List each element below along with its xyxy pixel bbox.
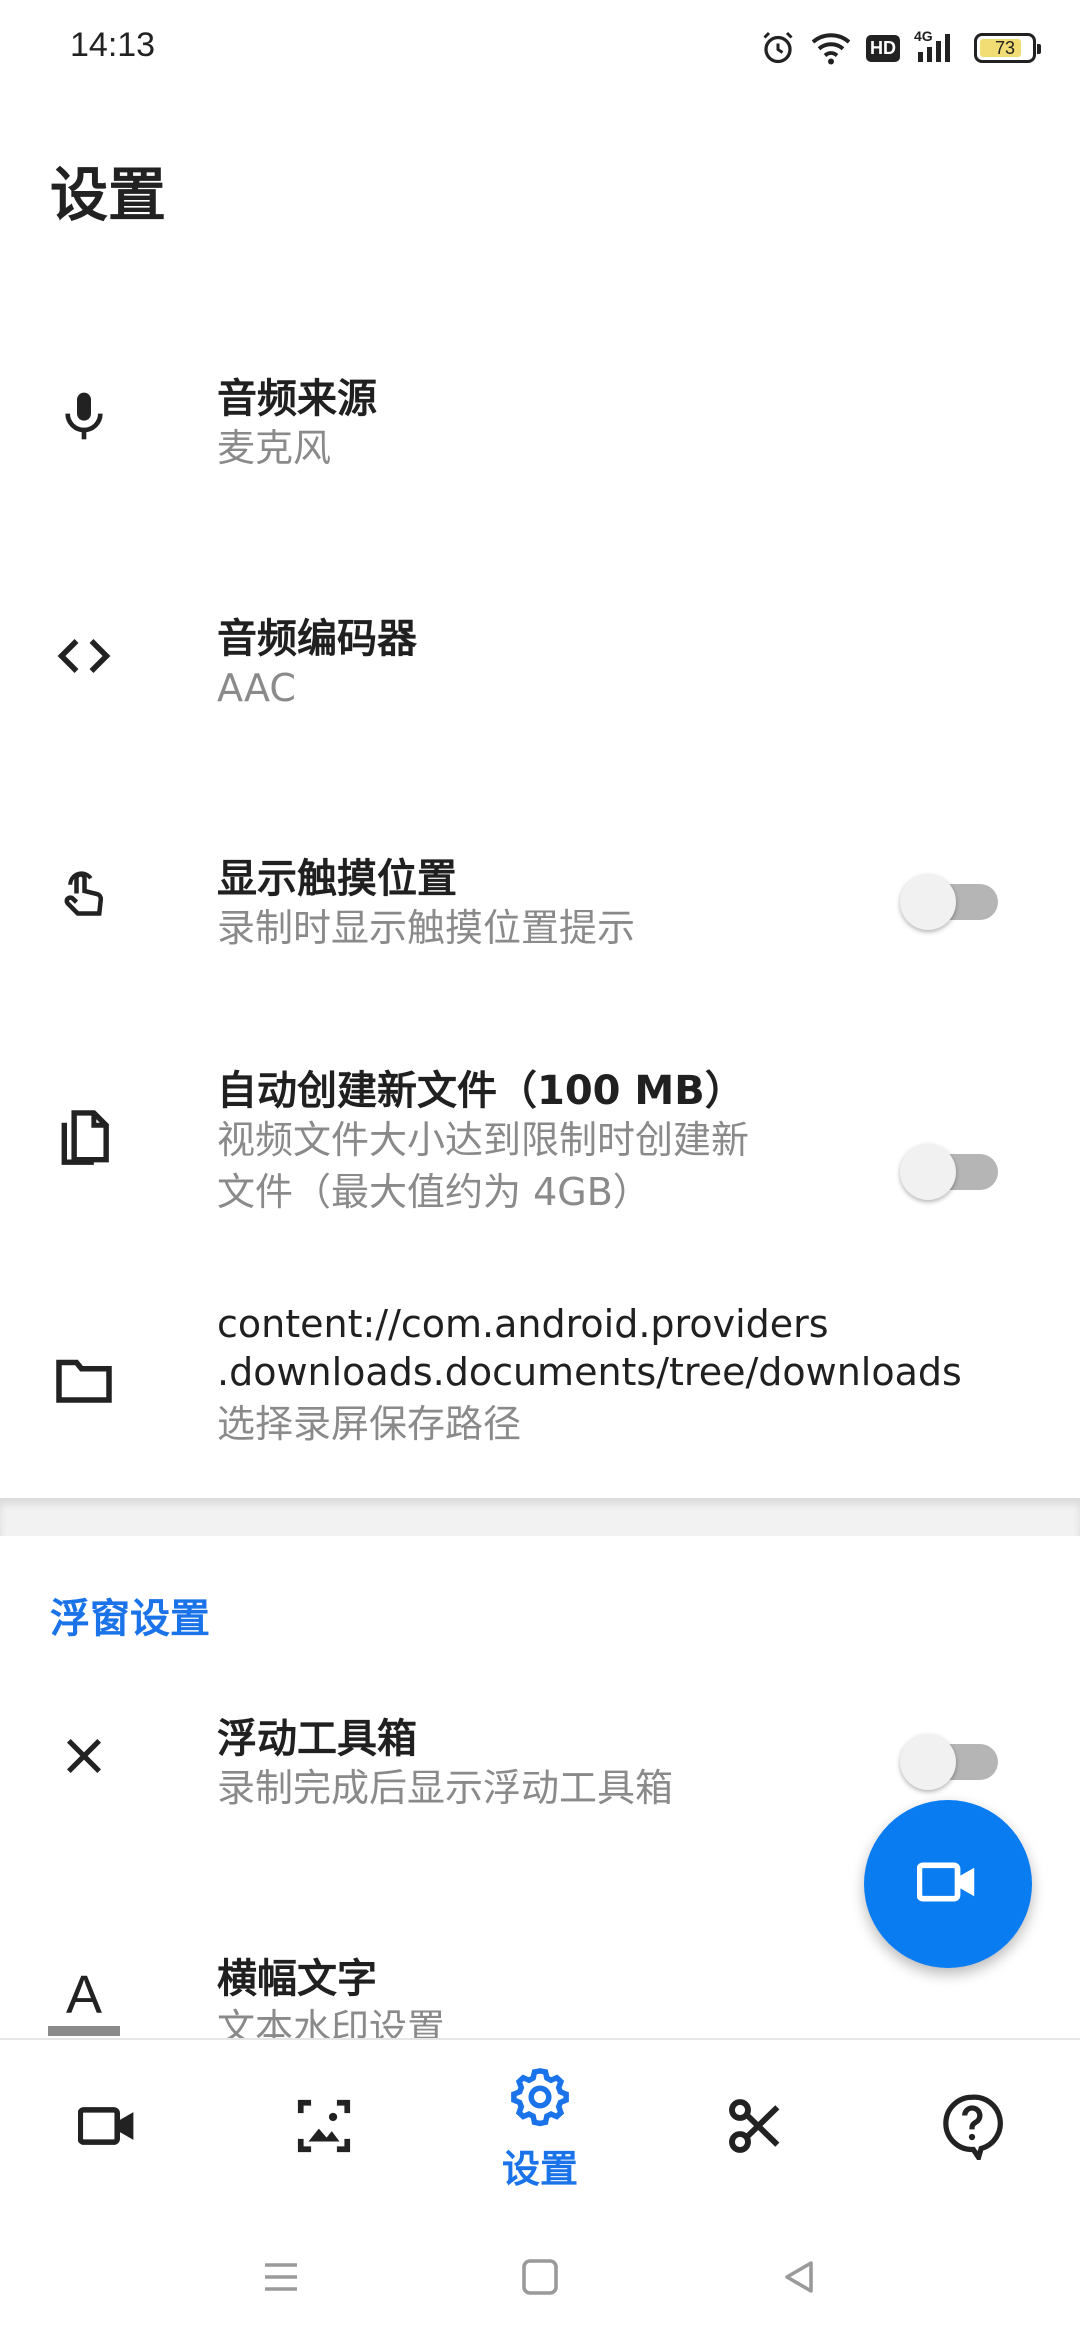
- setting-subtitle-line2: 文件（最大值约为 4GB）: [217, 1170, 651, 1214]
- nav-help[interactable]: [912, 2058, 1032, 2198]
- setting-audio-encoder[interactable]: 音频编码器 AAC: [0, 580, 1080, 740]
- record-fab[interactable]: [864, 1800, 1032, 1968]
- hd-icon: HD: [866, 34, 900, 62]
- scissors-icon: [724, 2094, 788, 2162]
- video-camera-icon: [916, 1859, 979, 1909]
- setting-save-path[interactable]: content://com.android.providers .downloa…: [0, 1290, 1080, 1470]
- auto-new-file-toggle[interactable]: [900, 1138, 1000, 1200]
- setting-subtitle: 选择录屏保存路径: [217, 1402, 522, 1446]
- signal-4g-icon: 4G: [914, 28, 960, 66]
- wifi-icon: [810, 30, 852, 66]
- copy-file-icon: [48, 1104, 120, 1176]
- setting-subtitle: 文本水印设置: [217, 2006, 446, 2038]
- status-bar: 14:13 HD 4G 73: [0, 0, 1080, 96]
- back-triangle-icon: [779, 2257, 819, 2301]
- status-icons: HD 4G 73: [760, 26, 1041, 70]
- setting-title-line2: .downloads.documents/tree/downloads: [217, 1350, 962, 1394]
- alarm-icon: [760, 30, 796, 66]
- section-header-float: 浮窗设置: [50, 1596, 210, 1642]
- close-x-icon: [48, 1720, 120, 1792]
- help-bubble-icon: [940, 2092, 1004, 2164]
- recents-button[interactable]: [246, 2244, 316, 2314]
- battery-level: 73: [994, 37, 1016, 58]
- status-time: 14:13: [70, 26, 156, 64]
- square-icon: [520, 2257, 560, 2301]
- video-camera-icon: [77, 2104, 138, 2152]
- section-divider: [0, 1498, 1080, 1536]
- image-frame-icon: [293, 2095, 355, 2161]
- setting-title: 横幅文字: [217, 1956, 377, 2002]
- setting-auto-new-file[interactable]: 自动创建新文件（100 MB） 视频文件大小达到限制时创建新 文件（最大值约为 …: [0, 1050, 1080, 1240]
- setting-subtitle: 录制完成后显示浮动工具箱: [217, 1766, 674, 1810]
- battery-icon: 73: [974, 33, 1041, 63]
- settings-gear-icon: [507, 2064, 573, 2134]
- setting-title-line1: content://com.android.providers: [217, 1302, 829, 1346]
- setting-show-touches[interactable]: 显示触摸位置 录制时显示触摸位置提示: [0, 820, 1080, 980]
- nav-settings-label: 设置: [501, 2146, 578, 2191]
- code-brackets-icon: [48, 620, 120, 692]
- setting-subtitle-line1: 视频文件大小达到限制时创建新: [217, 1118, 750, 1162]
- bottom-navigation: 设置: [0, 2038, 1080, 2214]
- show-touches-toggle[interactable]: [900, 868, 1000, 930]
- setting-title: 浮动工具箱: [217, 1716, 417, 1762]
- touch-hand-icon: [48, 860, 120, 932]
- setting-title: 音频编码器: [217, 616, 417, 662]
- text-format-letter: A: [65, 1965, 103, 2025]
- setting-subtitle: AAC: [217, 666, 296, 710]
- mic-icon: [48, 380, 120, 452]
- menu-lines-icon: [261, 2257, 301, 2301]
- nav-settings[interactable]: 设置: [480, 2058, 600, 2198]
- setting-title: 自动创建新文件（100 MB）: [217, 1068, 745, 1114]
- setting-title: 显示触摸位置: [217, 856, 457, 902]
- setting-title: 音频来源: [217, 376, 377, 422]
- setting-audio-source[interactable]: 音频来源 麦克风: [0, 340, 1080, 500]
- nav-gallery[interactable]: [264, 2058, 384, 2198]
- system-navigation-bar: [0, 2214, 1080, 2340]
- nav-edit[interactable]: [696, 2058, 816, 2198]
- floating-toolbox-toggle[interactable]: [900, 1728, 1000, 1790]
- folder-icon: [48, 1344, 120, 1416]
- back-button[interactable]: [764, 2244, 834, 2314]
- page-title: 设置: [50, 161, 167, 229]
- nav-record[interactable]: [48, 2058, 168, 2198]
- setting-subtitle: 麦克风: [217, 426, 332, 470]
- home-button[interactable]: [505, 2244, 575, 2314]
- text-format-icon: A: [48, 1966, 120, 2038]
- setting-subtitle: 录制时显示触摸位置提示: [217, 906, 636, 950]
